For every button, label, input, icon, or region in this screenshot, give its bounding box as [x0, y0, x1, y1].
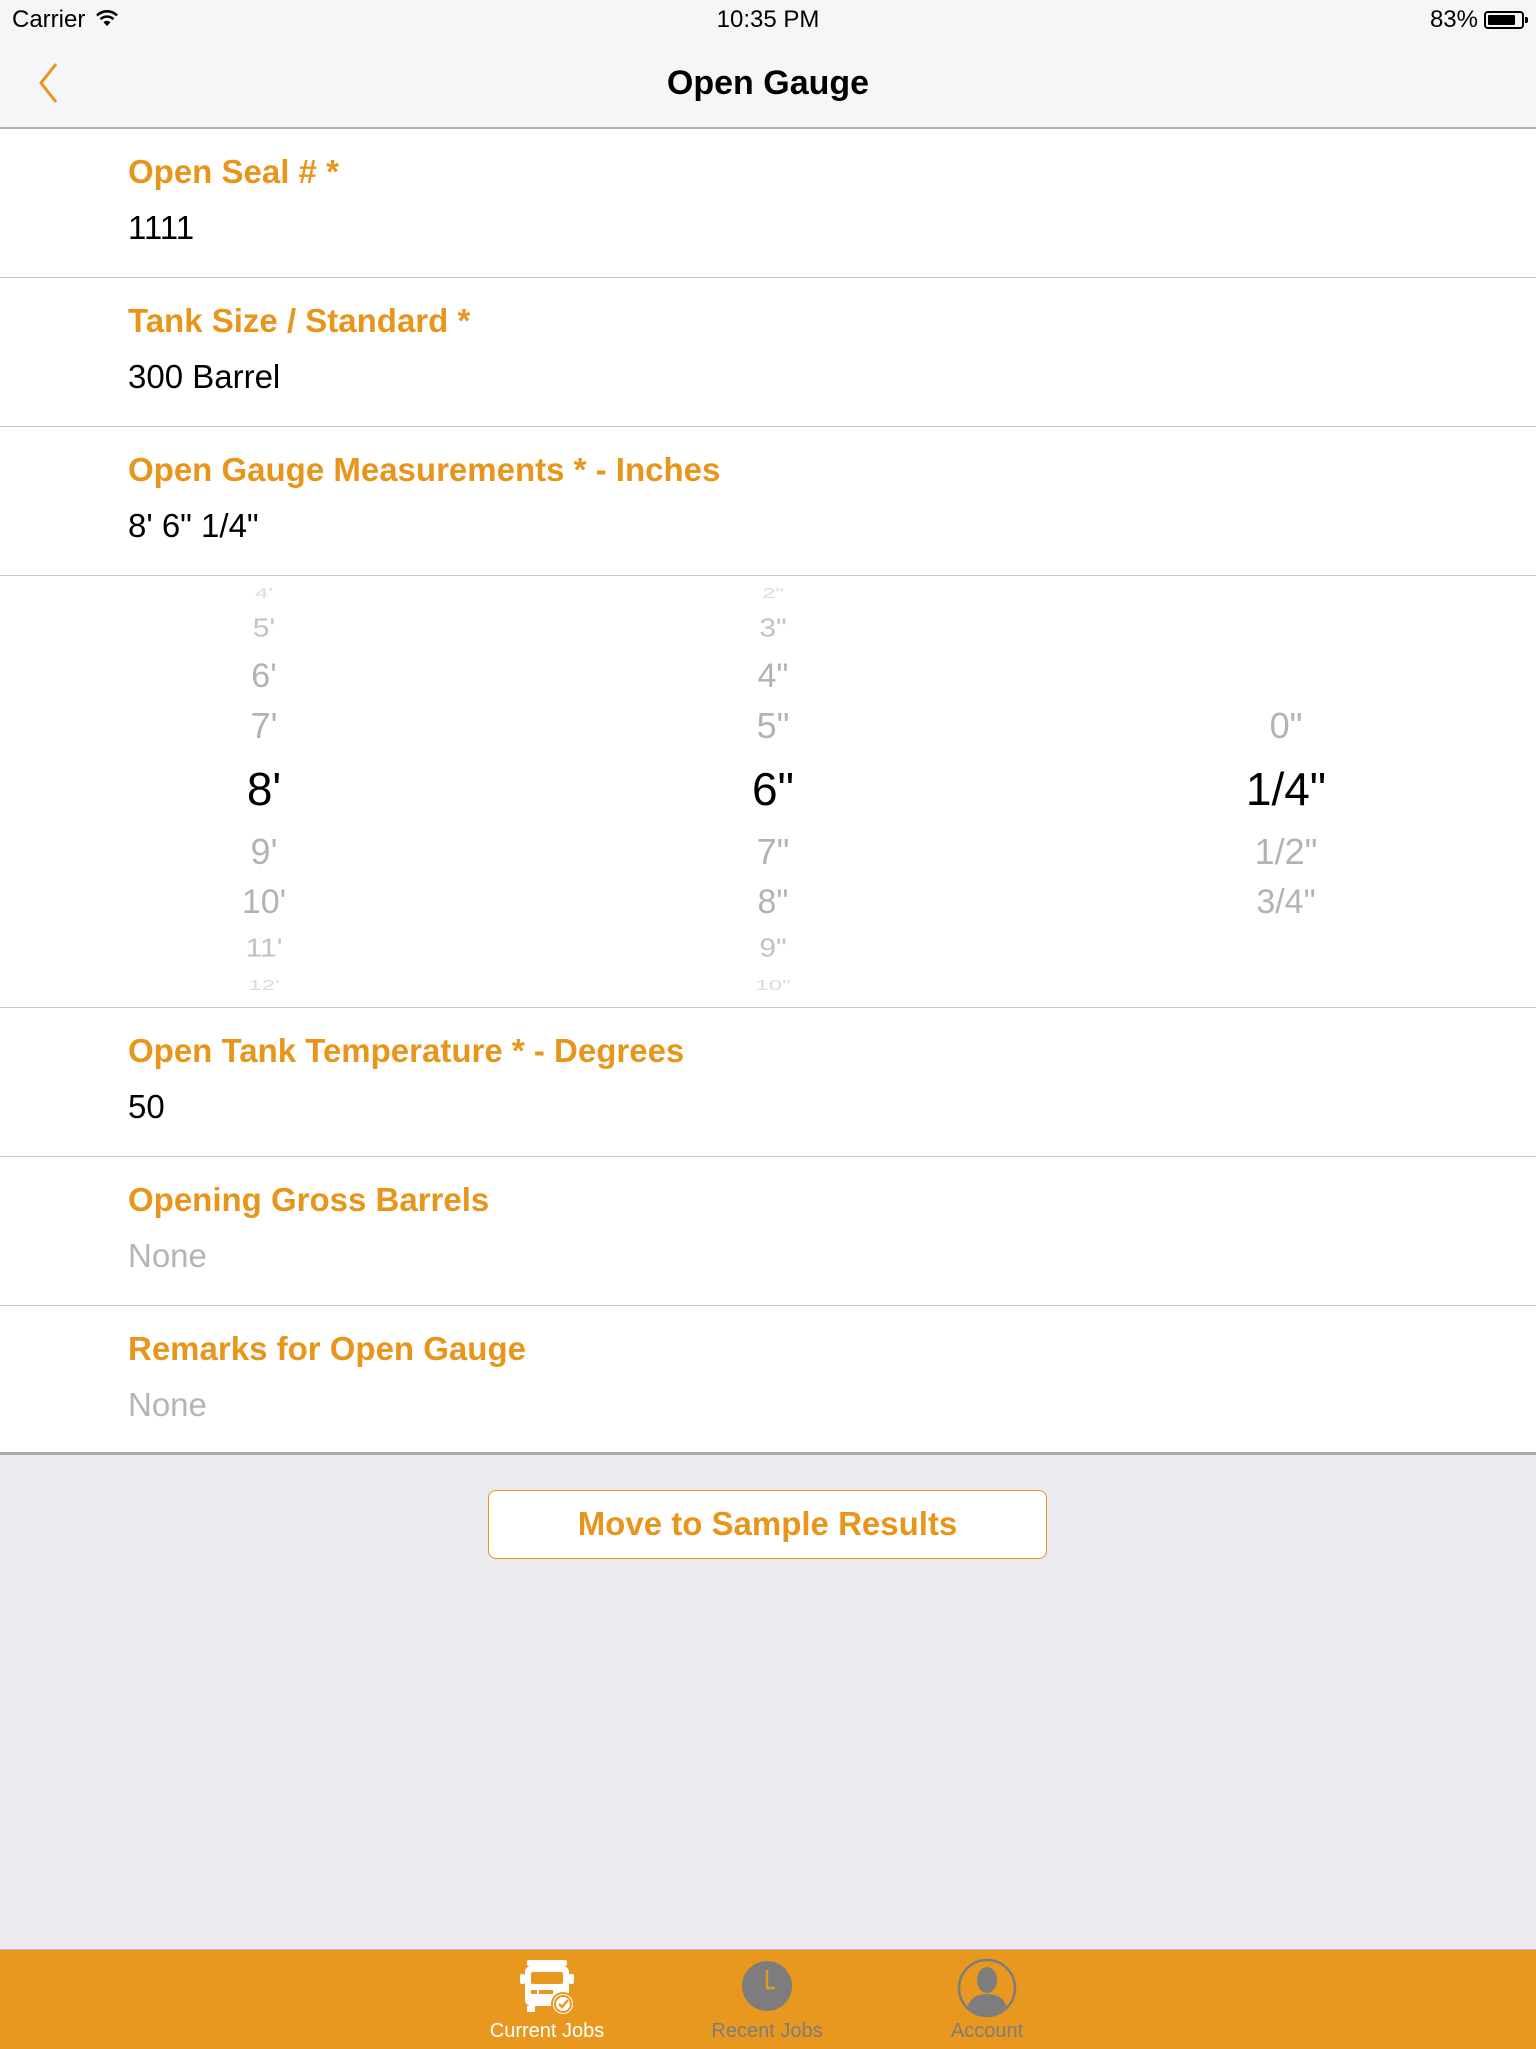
picker-item[interactable]: 7": [673, 831, 873, 873]
field-remarks-open-gauge[interactable]: Remarks for Open Gauge None: [0, 1306, 1536, 1455]
picker-item[interactable]: 10": [673, 977, 873, 994]
tab-bar: Current Jobs Recent Jobs Account: [0, 1949, 1536, 2049]
picker-item[interactable]: 4": [673, 657, 873, 696]
picker-column-inches[interactable]: 2" 3" 4" 5" 6" 7" 8" 9" 10": [673, 576, 873, 1007]
move-to-sample-results-button[interactable]: Move to Sample Results: [488, 1490, 1047, 1559]
field-open-tank-temperature[interactable]: Open Tank Temperature * - Degrees 50: [0, 1008, 1536, 1157]
picker-item[interactable]: 8": [673, 883, 873, 922]
tab-account[interactable]: Account: [877, 1950, 1097, 2049]
picker-column-feet[interactable]: 4' 5' 6' 7' 8' 9' 10' 11' 12': [164, 576, 364, 1007]
tab-label: Account: [950, 2020, 1024, 2042]
picker-item[interactable]: 6': [164, 657, 364, 696]
clock-icon: [737, 1958, 797, 2018]
picker-item[interactable]: 10': [164, 883, 364, 922]
picker-item[interactable]: 5': [164, 615, 364, 644]
navigation-bar: Open Gauge: [0, 40, 1536, 129]
field-label: Tank Size / Standard *: [128, 302, 471, 339]
field-label: Open Gauge Measurements * - Inches: [128, 451, 721, 488]
tab-current-jobs[interactable]: Current Jobs: [437, 1950, 657, 2049]
picker-item[interactable]: 7': [164, 705, 364, 747]
picker-item[interactable]: 9': [164, 831, 364, 873]
battery-icon: [1484, 11, 1528, 29]
picker-item[interactable]: 12': [164, 977, 364, 994]
picker-item[interactable]: 4': [164, 585, 364, 602]
picker-item[interactable]: 9": [673, 935, 873, 964]
picker-item[interactable]: 3": [673, 615, 873, 644]
picker-item-selected[interactable]: 8': [164, 762, 364, 816]
field-value: 1111: [128, 209, 195, 246]
page-title: Open Gauge: [666, 64, 870, 102]
field-label: Open Seal # *: [128, 153, 339, 190]
truck-check-icon: [517, 1958, 577, 2018]
picker-item-selected[interactable]: 6": [673, 762, 873, 816]
picker-item[interactable]: 2": [673, 585, 873, 602]
picker-item[interactable]: 3/4": [1186, 883, 1386, 922]
clock-time: 10:35 PM: [716, 6, 820, 33]
open-gauge-form: Open Seal # * 1111 Tank Size / Standard …: [0, 129, 1536, 1455]
field-opening-gross-barrels[interactable]: Opening Gross Barrels None: [0, 1157, 1536, 1306]
picker-item[interactable]: 5": [673, 705, 873, 747]
field-label: Open Tank Temperature * - Degrees: [128, 1032, 685, 1069]
picker-item[interactable]: 0": [1186, 705, 1386, 747]
picker-column-fractions[interactable]: 0" 1/4" 1/2" 3/4": [1186, 576, 1386, 1007]
battery-percent: 83%: [1429, 6, 1478, 33]
field-label: Opening Gross Barrels: [128, 1181, 490, 1218]
field-value: 300 Barrel: [128, 358, 281, 395]
picker-item[interactable]: 11': [164, 935, 364, 964]
field-value: None: [128, 1386, 207, 1423]
picker-item[interactable]: 1/2": [1186, 831, 1386, 873]
picker-item-selected[interactable]: 1/4": [1186, 762, 1386, 816]
field-open-seal[interactable]: Open Seal # * 1111: [0, 129, 1536, 278]
tab-label: Recent Jobs: [711, 2020, 823, 2042]
tab-recent-jobs[interactable]: Recent Jobs: [657, 1950, 877, 2049]
field-open-gauge-measurements[interactable]: Open Gauge Measurements * - Inches 8' 6"…: [0, 427, 1536, 576]
field-value: 50: [128, 1088, 165, 1125]
field-tank-size[interactable]: Tank Size / Standard * 300 Barrel: [0, 278, 1536, 427]
field-value: None: [128, 1237, 207, 1274]
tab-label: Current Jobs: [489, 2020, 605, 2042]
field-label: Remarks for Open Gauge: [128, 1330, 526, 1367]
user-silhouette-icon: [957, 1958, 1017, 2018]
gauge-picker: 4' 5' 6' 7' 8' 9' 10' 11' 12' 2" 3" 4" 5" 6" 7" 8" 9" 10…: [0, 576, 1536, 1008]
status-bar: Carrier 10:35 PM 83%: [0, 0, 1536, 40]
field-value: 8' 6" 1/4": [128, 507, 259, 544]
